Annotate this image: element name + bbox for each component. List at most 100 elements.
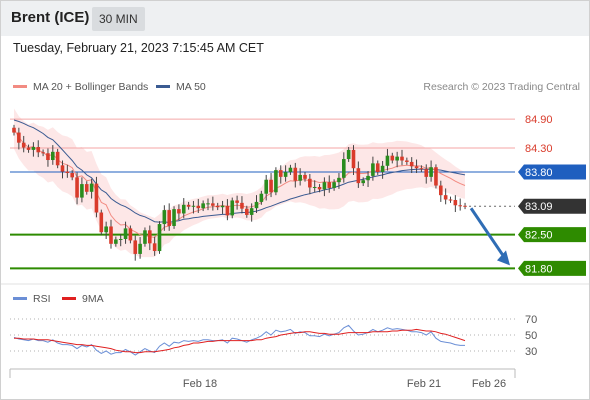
candle-body bbox=[448, 199, 453, 201]
candle-body bbox=[21, 142, 26, 148]
candle-body bbox=[201, 203, 205, 209]
rsi-tick-30: 30 bbox=[525, 346, 537, 358]
candle-body bbox=[245, 208, 249, 215]
candle-body bbox=[351, 149, 356, 169]
candle-body bbox=[366, 175, 370, 181]
level-label-81-80: 81.80 bbox=[525, 263, 553, 275]
candle-body bbox=[41, 152, 45, 154]
candle-body bbox=[293, 167, 298, 181]
forecast-arrow-head bbox=[497, 250, 510, 266]
candle-body bbox=[65, 171, 70, 174]
candle-body bbox=[400, 156, 404, 161]
candle-body bbox=[128, 228, 133, 241]
candle-body bbox=[327, 182, 332, 188]
candle-body bbox=[429, 167, 433, 177]
level-label-84-30: 84.30 bbox=[525, 143, 553, 155]
candle-body bbox=[375, 163, 380, 173]
candle-body bbox=[405, 160, 409, 162]
candle-body bbox=[414, 166, 419, 169]
candle-body bbox=[186, 204, 191, 207]
candle-body bbox=[269, 179, 273, 193]
candle-body bbox=[99, 212, 104, 233]
candle-body bbox=[191, 205, 196, 207]
candle-body bbox=[162, 210, 167, 225]
candle-body bbox=[118, 238, 123, 240]
candle-body bbox=[419, 168, 424, 170]
candle-body bbox=[220, 205, 225, 208]
level-label-83-80: 83.80 bbox=[525, 167, 553, 179]
candle-body bbox=[385, 155, 390, 166]
candle-body bbox=[75, 177, 79, 198]
candle-body bbox=[259, 193, 264, 202]
candle-body bbox=[123, 228, 128, 239]
candle-body bbox=[143, 230, 147, 244]
legend-swatch-rsi bbox=[13, 297, 27, 300]
candle-body bbox=[36, 147, 41, 153]
candle-body bbox=[308, 178, 312, 188]
candle-body bbox=[453, 199, 458, 206]
candle-body bbox=[298, 174, 302, 181]
candle-body bbox=[288, 167, 293, 173]
legend-swatch-ma50 bbox=[156, 85, 170, 88]
candle-body bbox=[317, 186, 322, 190]
candle-body bbox=[206, 203, 210, 205]
candle-body bbox=[55, 151, 60, 166]
candle-body bbox=[17, 132, 21, 143]
candle-body bbox=[80, 184, 84, 198]
candle-body bbox=[390, 155, 395, 161]
candle-body bbox=[157, 224, 162, 252]
candle-body bbox=[458, 205, 462, 207]
level-label-82-50: 82.50 bbox=[525, 230, 553, 242]
candle-body bbox=[371, 163, 375, 176]
candle-body bbox=[274, 170, 278, 193]
candle-body bbox=[424, 169, 429, 177]
rsi-tick-70: 70 bbox=[525, 314, 537, 326]
legend-swatch-rsi-ma bbox=[62, 297, 76, 300]
candle-body bbox=[70, 173, 74, 178]
candle-body bbox=[395, 156, 399, 161]
candle-body bbox=[12, 127, 16, 133]
candle-body bbox=[26, 147, 31, 150]
candle-body bbox=[138, 243, 142, 254]
candle-body bbox=[342, 159, 346, 178]
candle-body bbox=[181, 204, 186, 214]
candle-body bbox=[356, 168, 361, 184]
candle-body bbox=[109, 226, 113, 244]
candle-body bbox=[152, 243, 157, 252]
candle-body bbox=[463, 205, 467, 207]
legend-label-rsi-ma: 9MA bbox=[82, 293, 104, 305]
candle-body bbox=[278, 170, 283, 177]
candle-body bbox=[211, 203, 215, 206]
candle-body bbox=[31, 147, 36, 150]
x-tick-label: Feb 21 bbox=[407, 378, 441, 390]
legend-label-rsi: RSI bbox=[33, 293, 51, 305]
candle-body bbox=[46, 153, 50, 161]
level-label-83-09: 83.09 bbox=[525, 201, 553, 213]
candle-body bbox=[361, 180, 365, 184]
candle-body bbox=[60, 165, 65, 172]
candle-body bbox=[167, 210, 171, 226]
candle-body bbox=[133, 240, 138, 254]
candle-body bbox=[177, 209, 181, 214]
candle-body bbox=[240, 202, 244, 209]
candle-body bbox=[322, 182, 327, 190]
candle-body bbox=[230, 200, 235, 216]
candle-body bbox=[443, 195, 448, 200]
rsi-tick-50: 50 bbox=[525, 330, 537, 342]
candle-body bbox=[303, 174, 307, 179]
credit-text: Research © 2023 Trading Central bbox=[423, 81, 580, 93]
forecast-arrow-shaft bbox=[469, 207, 507, 260]
candle-body bbox=[94, 183, 99, 213]
candle-body bbox=[235, 200, 239, 203]
rsi-ma-line bbox=[14, 328, 466, 354]
candle-body bbox=[84, 184, 89, 192]
candle-body bbox=[104, 226, 108, 233]
candle-body bbox=[254, 201, 259, 209]
candle-body bbox=[283, 172, 288, 177]
chart-canvas: MA 20 + Bollinger Bands MA 50 Research © 2… bbox=[0, 81, 590, 390]
candle-body bbox=[439, 185, 443, 196]
candle-body bbox=[346, 149, 351, 160]
x-tick-label: Feb 26 bbox=[472, 378, 506, 390]
candle-body bbox=[434, 167, 438, 186]
candle-body bbox=[332, 182, 336, 188]
